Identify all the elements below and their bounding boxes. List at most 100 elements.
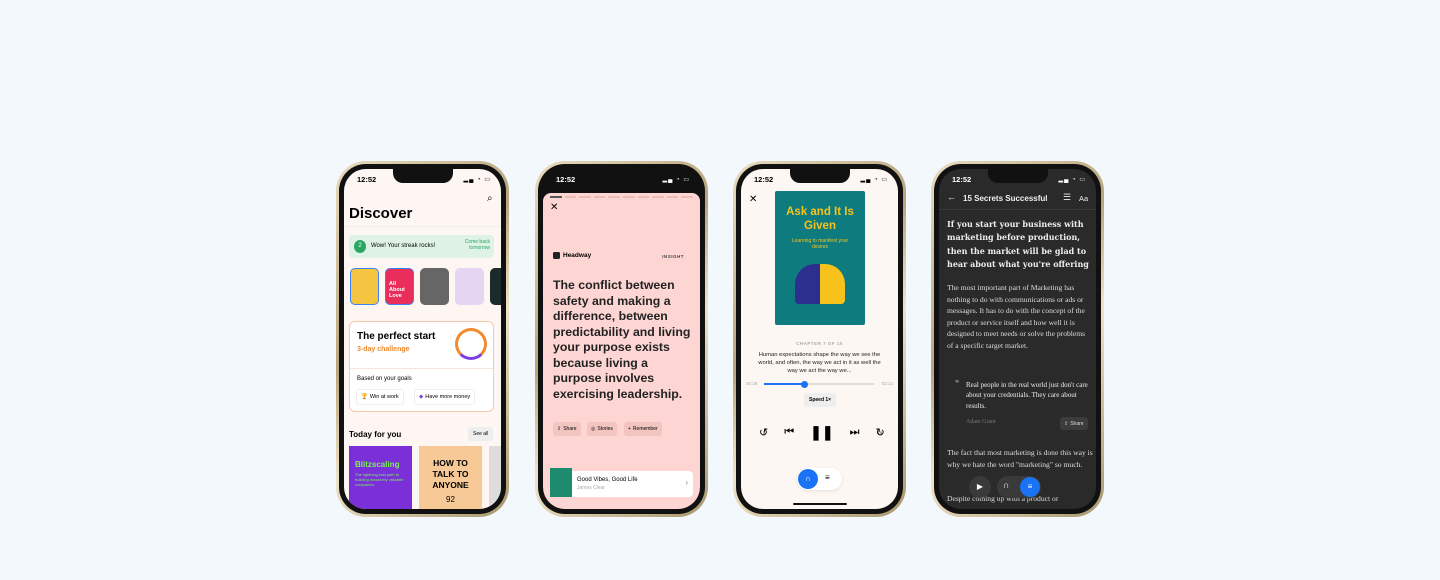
insight-quote: The conflict between safety and making a… (553, 278, 691, 401)
stories-label: Stories (597, 426, 613, 432)
text-lines-icon[interactable]: ≡ (1020, 477, 1040, 497)
trophy-icon: 🏆 (361, 394, 368, 400)
forward-10-icon[interactable]: ↻ 10 (876, 426, 885, 439)
chapter-label: CHAPTER 7 OF 10 (796, 341, 843, 346)
story-progress (550, 196, 693, 198)
book-card[interactable]: HOW TO TALK TO ANYONE 92 (419, 446, 482, 509)
remember-label: Remember (632, 426, 658, 432)
streak-text: Wow! Your streak rocks! (371, 243, 436, 249)
insight-card: ✕ Headway INSIGHT The conflict between s… (543, 193, 700, 509)
phone-reader: 12:52 ▂▄ ◔ ▭ ← 15 Secrets Successful ☰ A… (931, 161, 1104, 517)
text-lines-icon[interactable]: ≡ (825, 473, 830, 482)
goal-chip[interactable]: ◆ Have more money (414, 389, 476, 405)
page-title: Discover (349, 205, 413, 222)
rewind-5-icon[interactable]: ↺ 5 (759, 426, 768, 439)
close-icon[interactable]: ✕ (550, 202, 558, 213)
story-cover[interactable] (490, 268, 501, 305)
story-cover[interactable] (455, 268, 484, 305)
story-cover[interactable] (420, 268, 449, 305)
mode-toggle[interactable]: ∩ ≡ (797, 468, 842, 490)
headway-logo: Headway (553, 252, 591, 259)
quote-text: Real people in the real world just don't… (966, 381, 1088, 410)
cover-subtitle: Learning to manifest your desires (791, 238, 849, 250)
brand-name: Headway (563, 252, 592, 259)
discover-screen: 12:52 ▂▄ ◔ ▭ ⌕ Discover 2 Wow! Your stre… (344, 169, 501, 509)
next-icon[interactable]: ⏭ (850, 426, 860, 439)
share-label: Share (563, 426, 577, 432)
cover-title: Ask and It Is Given (786, 206, 854, 232)
chevron-right-icon: › (685, 478, 688, 487)
share-label: Share (1070, 420, 1084, 427)
body-paragraph: The fact that most marketing is done thi… (947, 448, 1093, 469)
chapter-headline: If you start your business with marketin… (947, 219, 1089, 270)
speed-button[interactable]: Speed 1× (804, 393, 837, 407)
transcript-text: Human expectations shape the way we see … (758, 352, 881, 374)
book-subtitle: The lightning-fast path to building mass… (355, 472, 404, 487)
play-button[interactable]: ▶ (969, 476, 991, 498)
story-cover[interactable]: All About Love (385, 268, 414, 305)
close-icon[interactable]: ✕ (749, 194, 757, 205)
share-icon: ⇪ (1064, 420, 1069, 427)
forward-seconds: 10 (877, 430, 882, 435)
contents-list-icon[interactable]: ☰ (1063, 192, 1071, 203)
status-time: 12:52 (357, 175, 377, 184)
section-title: Today for you (349, 430, 402, 439)
goals-label: Based on your goals (357, 376, 412, 382)
goal-chip[interactable]: 🏆 Win at work (356, 389, 404, 405)
money-icon: ◆ (419, 394, 424, 400)
share-button[interactable]: ⇪ Share (1060, 417, 1088, 430)
phone-player: 12:52 ▂▄ ◔ ▭ ✕ Ask and It Is Given Learn… (733, 161, 906, 517)
book-cover: Ask and It Is Given Learning to manifest… (775, 191, 865, 325)
previous-icon[interactable]: ⏮ (784, 426, 794, 439)
book-link-card[interactable]: Good Vibes, Good Life James Clear › (550, 468, 693, 497)
challenge-subtitle: 3-day challenge (357, 346, 410, 353)
book-card[interactable] (489, 446, 501, 509)
status-icons: ▂▄ ◔ ▭ (662, 177, 690, 183)
headphones-icon[interactable]: ∩ (1003, 480, 1009, 490)
font-settings-button[interactable]: Aa (1079, 194, 1088, 203)
phone-insight: 12:52 ▂▄ ◔ ▭ ✕ Headway INSIGHT The confl… (535, 161, 708, 517)
share-button[interactable]: ⇪ Share (553, 422, 581, 436)
streak-drop-icon: 2 (354, 240, 366, 253)
progress-slider[interactable] (764, 380, 874, 388)
plus-icon: + (628, 426, 631, 432)
challenge-card[interactable]: The perfect start 3-day challenge Based … (349, 321, 494, 412)
status-time: 12:52 (556, 175, 576, 184)
status-icons: ▂▄ ◔ ▭ (860, 177, 888, 183)
goal-label: Win at work (369, 394, 399, 400)
elapsed-time: 00:28 (746, 381, 758, 386)
share-icon: ⇪ (557, 426, 562, 432)
story-cover[interactable] (350, 268, 379, 305)
lightbulb-headphones-icon (455, 328, 487, 360)
reader-screen: 12:52 ▂▄ ◔ ▭ ← 15 Secrets Successful ☰ A… (939, 169, 1096, 509)
progress-knob[interactable] (801, 380, 809, 388)
stories-icon: ◎ (591, 426, 596, 432)
book-card[interactable]: Blitzscaling The lightning-fast path to … (349, 446, 412, 509)
search-icon[interactable]: ⌕ (487, 193, 493, 204)
insight-tag: INSIGHT (662, 254, 684, 259)
challenge-title: The perfect start (357, 331, 436, 342)
back-arrow-icon[interactable]: ← (947, 192, 956, 202)
status-time: 12:52 (952, 175, 972, 184)
phone-discover: 12:52 ▂▄ ◔ ▭ ⌕ Discover 2 Wow! Your stre… (336, 161, 509, 517)
quote-mark-icon: ❞ (955, 379, 960, 388)
total-time: 02:12 (881, 381, 893, 386)
body-paragraph: The most important part of Marketing has… (947, 283, 1086, 350)
insight-screen: 12:52 ▂▄ ◔ ▭ ✕ Headway INSIGHT The confl… (543, 169, 700, 509)
remember-button[interactable]: + Remember (624, 422, 662, 436)
book-title: Good Vibes, Good Life (577, 477, 638, 483)
home-indicator (792, 503, 847, 505)
mode-toggle[interactable]: ∩ ≡ (997, 476, 1041, 498)
player-screen: 12:52 ▂▄ ◔ ▭ ✕ Ask and It Is Given Learn… (741, 169, 898, 509)
playback-controls: ↺ 5 ⏮ ❚❚ ⏭ ↻ 10 (759, 424, 885, 441)
pause-icon[interactable]: ❚❚ (810, 424, 833, 441)
rewind-seconds: 5 (763, 430, 766, 435)
stories-button[interactable]: ◎ Stories (587, 422, 617, 436)
book-title: HOW TO TALK TO ANYONE (432, 458, 469, 490)
status-icons: ▂▄ ◔ ▭ (1058, 177, 1086, 183)
quote-author: Adam Grant (966, 419, 996, 425)
streak-banner[interactable]: 2 Wow! Your streak rocks! Come back tomo… (349, 235, 494, 258)
headphones-icon[interactable]: ∩ (798, 469, 818, 489)
see-all-button[interactable]: See all (468, 427, 494, 441)
come-back-link[interactable]: Come back tomorrow (458, 239, 490, 251)
